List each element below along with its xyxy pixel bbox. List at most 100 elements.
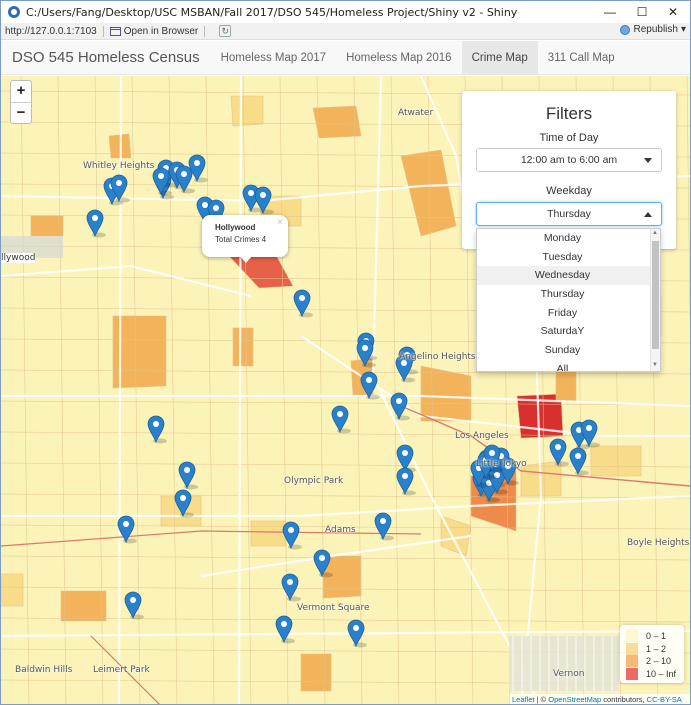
weekday-option[interactable]: Monday	[477, 229, 660, 248]
tab-homeless-map-2017[interactable]: Homeless Map 2017	[211, 41, 336, 74]
tract-boundary	[20, 76, 30, 704]
filters-panel: Filters Time of Day 12:00 am to 6:00 am …	[462, 91, 676, 249]
toolbar-divider	[102, 25, 104, 37]
crime-tract	[232, 327, 254, 367]
weekday-value: Thursday	[547, 208, 591, 220]
tract-boundary	[279, 76, 289, 704]
caret-up-icon	[644, 212, 652, 217]
open-in-browser-label: Open in Browser	[123, 25, 199, 37]
weekday-option[interactable]: Friday	[477, 304, 660, 323]
app-brand[interactable]: DSO 545 Homeless Census	[1, 41, 211, 74]
popup-close-button[interactable]: ×	[277, 217, 283, 228]
map-marker-icon	[580, 419, 598, 448]
window-title: C:/Users/Fang/Desktop/USC MSBAN/Fall 201…	[26, 5, 518, 19]
marker-center	[281, 621, 287, 627]
weekday-option[interactable]: Sunday	[477, 341, 660, 360]
scroll-up-arrow-icon[interactable]: ▲	[652, 230, 658, 236]
open-in-browser-button[interactable]: Open in Browser	[109, 25, 199, 37]
marker-center	[248, 190, 254, 196]
rstudio-app-icon	[8, 6, 20, 18]
republish-button[interactable]: Republish ▾	[620, 24, 686, 35]
attribution-separator: | ©	[534, 695, 549, 704]
marker-center	[337, 411, 343, 417]
weekday-option[interactable]: SaturdaY	[477, 322, 660, 341]
legend-row: 0 – 1	[626, 630, 678, 643]
map-legend: 0 – 1 1 – 2 2 – 10 10 – Inf	[620, 625, 684, 683]
weekday-option[interactable]: Wednesday	[477, 266, 660, 286]
zoom-in-button[interactable]: +	[11, 81, 31, 102]
tab-homeless-map-2016[interactable]: Homeless Map 2016	[336, 41, 461, 74]
close-button[interactable]: ✕	[653, 1, 690, 23]
road	[1, 494, 690, 518]
tract-boundary	[205, 76, 215, 704]
tract-boundary	[1, 462, 690, 468]
legend-label: 2 – 10	[646, 656, 672, 667]
map-marker-icon	[275, 615, 293, 644]
marker-center	[202, 202, 208, 208]
filters-title: Filters	[545, 104, 593, 123]
map-marker-icon	[569, 447, 587, 476]
map-marker-icon	[293, 289, 311, 318]
marker-center	[362, 345, 368, 351]
legend-swatch	[626, 667, 638, 680]
scroll-down-arrow-icon[interactable]: ▼	[652, 362, 658, 368]
weekday-option[interactable]: Thursday	[477, 285, 660, 304]
tract-boundary	[390, 76, 400, 704]
scrollbar-thumb[interactable]	[652, 241, 659, 349]
tab-crime-map[interactable]: Crime Map	[461, 41, 538, 74]
weekday-label: Weekday	[546, 185, 592, 197]
viewer-toolbar: http://127.0.0.1:7103 Open in Browser ↻ …	[1, 23, 690, 40]
chevron-down-icon: ▾	[680, 24, 686, 35]
marker-center	[92, 215, 98, 221]
crime-tract	[420, 365, 472, 422]
republish-label: Republish	[633, 24, 678, 35]
marker-center	[194, 160, 200, 166]
map-marker-icon	[549, 438, 567, 467]
legend-swatch	[626, 655, 638, 668]
leaflet-link[interactable]: Leaflet	[512, 695, 535, 704]
crime-tract	[590, 445, 642, 477]
tab-311-call-map[interactable]: 311 Call Map	[538, 41, 625, 74]
time-of-day-select[interactable]: 12:00 am to 6:00 am	[476, 148, 662, 172]
weekday-select[interactable]: Thursday	[476, 202, 662, 226]
weekday-option[interactable]: All	[477, 360, 660, 371]
weekday-dropdown: Monday Tuesday Wednesday Thursday Friday…	[476, 228, 661, 372]
map-marker-icon	[374, 512, 392, 541]
place-label: Baldwin Hills	[15, 665, 73, 675]
place-label: Vernon	[553, 669, 585, 679]
url-display[interactable]: http://127.0.0.1:7103	[5, 26, 97, 37]
legend-swatch	[626, 642, 638, 655]
legend-label: 0 – 1	[646, 631, 667, 642]
zoom-out-button[interactable]: −	[11, 102, 31, 123]
time-of-day-label: Time of Day	[539, 132, 599, 144]
refresh-icon[interactable]: ↻	[219, 25, 232, 37]
place-label: Little Tokyo	[476, 459, 527, 469]
map-attribution: Leaflet | © OpenStreetMap contributors, …	[510, 694, 690, 704]
marker-center	[396, 398, 402, 404]
publish-icon	[620, 24, 631, 35]
dropdown-scrollbar[interactable]: ▲ ▼	[650, 229, 660, 371]
tract-boundary	[686, 76, 690, 332]
crime-tract	[60, 590, 107, 622]
place-label: Atwater	[398, 108, 434, 118]
license-link[interactable]: CC-BY-SA	[647, 695, 682, 704]
weekday-option[interactable]: Tuesday	[477, 248, 660, 267]
map-marker-icon	[178, 461, 196, 490]
legend-row: 10 – Inf	[626, 667, 678, 681]
crime-tract	[400, 149, 457, 237]
place-label: llywood	[1, 253, 36, 263]
popup-tip	[240, 256, 252, 263]
road	[1, 629, 690, 638]
legend-label: 10 – Inf	[646, 668, 677, 679]
marker-center	[260, 192, 266, 198]
legend-label: 1 – 2	[646, 643, 667, 654]
map-popup: Hollywood Total Crimes 4 ×	[202, 215, 288, 257]
marker-center	[180, 495, 186, 501]
place-label: Boyle Heights	[627, 538, 690, 548]
marker-center	[130, 597, 136, 603]
crime-tract	[1, 573, 24, 607]
osm-link[interactable]: OpenStreetMap	[548, 695, 601, 704]
crime-tract	[250, 520, 287, 547]
marker-center	[555, 444, 561, 450]
app-window: C:/Users/Fang/Desktop/USC MSBAN/Fall 201…	[0, 0, 691, 705]
